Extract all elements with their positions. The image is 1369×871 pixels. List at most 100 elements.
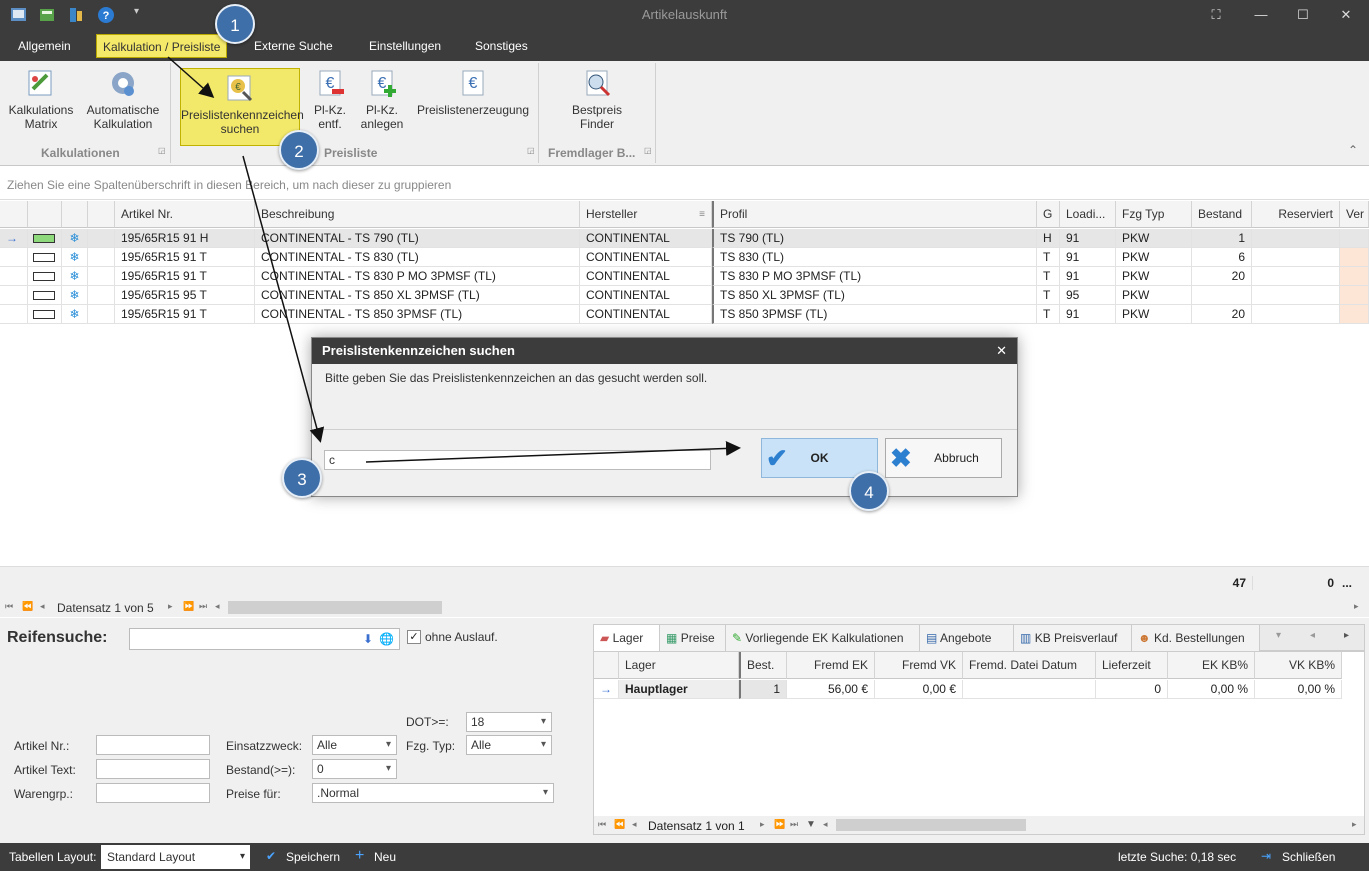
cell-load[interactable]: 91 [1060, 267, 1116, 286]
nav-prev-page-icon[interactable]: ⏪ [22, 601, 33, 612]
artikel-text-input[interactable] [96, 759, 210, 779]
header-fzg-typ[interactable]: Fzg Typ [1116, 201, 1192, 228]
tab-preise[interactable]: ▦ Preise [660, 625, 726, 651]
lager-nav-next-page-icon[interactable]: ⏩ [774, 819, 785, 830]
header-artikel-nr[interactable]: Artikel Nr. [115, 201, 255, 228]
lager-vk-kb[interactable]: 0,00 % [1255, 680, 1342, 699]
cell-load[interactable]: 95 [1060, 286, 1116, 305]
cell-fzg[interactable]: PKW [1116, 229, 1192, 248]
lager-nav-first-icon[interactable]: ⏮ [598, 819, 606, 830]
einsatzzweck-select[interactable]: Alle [312, 735, 397, 755]
cell-ver[interactable] [1340, 305, 1369, 324]
tab-allgemein[interactable]: Allgemein [12, 34, 77, 58]
cell-beschreibung[interactable]: CONTINENTAL - TS 850 XL 3PMSF (TL) [255, 286, 580, 305]
artikel-nr-input[interactable] [96, 735, 210, 755]
globe-icon[interactable]: 🌐 [379, 630, 394, 648]
header-profil[interactable]: Profil [712, 201, 1037, 228]
header-best[interactable]: Best. [739, 652, 787, 679]
cell-artikel[interactable]: 195/65R15 91 T [115, 248, 255, 267]
cell-ver[interactable] [1340, 248, 1369, 267]
cell-hersteller[interactable]: CONTINENTAL [580, 286, 712, 305]
cell-load[interactable]: 91 [1060, 305, 1116, 324]
cell-fzg[interactable]: PKW [1116, 248, 1192, 267]
reifensuche-input[interactable]: ⬇ 🌐 [129, 628, 400, 650]
neu-button[interactable]: Neu [374, 850, 396, 864]
header-bestand[interactable]: Bestand [1192, 201, 1252, 228]
lager-fremd-vk[interactable]: 0,00 € [875, 680, 963, 699]
header-reserviert[interactable]: Reserviert [1252, 201, 1340, 228]
cell-artikel[interactable]: 195/65R15 91 T [115, 267, 255, 286]
cell-ver[interactable] [1340, 286, 1369, 305]
cell-ver[interactable] [1340, 267, 1369, 286]
lager-horizontal-scrollbar[interactable] [836, 819, 1026, 831]
header-hersteller[interactable]: Hersteller ≡ [580, 201, 712, 228]
cell-beschreibung[interactable]: CONTINENTAL - TS 850 3PMSF (TL) [255, 305, 580, 324]
tab-scroll-left-icon[interactable]: ◂ [1310, 630, 1315, 641]
cell-profil[interactable]: TS 830 P MO 3PMSF (TL) [712, 267, 1037, 286]
cell-bestand[interactable]: 1 [1192, 229, 1252, 248]
cell-profil[interactable]: TS 830 (TL) [712, 248, 1037, 267]
lager-lieferzeit[interactable]: 0 [1096, 680, 1168, 699]
tab-kd-bestellungen[interactable]: ☻ Kd. Bestellungen [1132, 625, 1260, 651]
download-arrow-icon[interactable]: ⬇ [363, 630, 373, 648]
header-ver[interactable]: Ver [1340, 201, 1369, 228]
lager-hscroll-right-icon[interactable]: ▸ [1352, 819, 1357, 830]
header-g[interactable]: G [1037, 201, 1060, 228]
dot-select[interactable]: 18 [466, 712, 552, 732]
preise-fuer-select[interactable]: .Normal [312, 783, 554, 803]
lager-datum[interactable] [963, 680, 1096, 699]
cell-artikel[interactable]: 195/65R15 91 T [115, 305, 255, 324]
header-loadindex[interactable]: Loadi... [1060, 201, 1116, 228]
cell-reserviert[interactable] [1252, 286, 1340, 305]
header-lager[interactable]: Lager [619, 652, 739, 679]
tab-einstellungen[interactable]: Einstellungen [363, 34, 447, 58]
schliessen-button[interactable]: Schließen [1282, 850, 1335, 864]
preislistenkennzeichen-input[interactable]: c [324, 450, 711, 470]
tab-angebote[interactable]: ▤ Angebote [920, 625, 1014, 651]
tab-externe-suche[interactable]: Externe Suche [248, 34, 339, 58]
tab-ek-kalkulationen[interactable]: ✎ Vorliegende EK Kalkulationen [726, 625, 920, 651]
bestand-select[interactable]: 0 [312, 759, 397, 779]
fzg-typ-select[interactable]: Alle [466, 735, 552, 755]
cell-g[interactable]: T [1037, 267, 1060, 286]
preislistenkennzeichen-suchen-button[interactable]: € Preislistenkennzeichen suchen [180, 68, 304, 146]
cell-profil[interactable]: TS 850 3PMSF (TL) [712, 305, 1037, 324]
lager-fremd-ek[interactable]: 56,00 € [787, 680, 875, 699]
cell-beschreibung[interactable]: CONTINENTAL - TS 790 (TL) [255, 229, 580, 248]
nav-last-icon[interactable]: ⏭ [199, 601, 207, 612]
pl-kz-anlegen-button[interactable]: € Pl-Kz. anlegen [358, 67, 406, 131]
cell-beschreibung[interactable]: CONTINENTAL - TS 830 P MO 3PMSF (TL) [255, 267, 580, 286]
warengrp-input[interactable] [96, 783, 210, 803]
cell-artikel[interactable]: 195/65R15 95 T [115, 286, 255, 305]
horizontal-scrollbar[interactable] [228, 601, 442, 614]
cell-hersteller[interactable]: CONTINENTAL [580, 248, 712, 267]
filter-icon[interactable]: ▼ [806, 819, 816, 830]
lager-nav-next-icon[interactable]: ▸ [760, 819, 765, 830]
abbruch-button[interactable]: ✖ Abbruch [885, 438, 1002, 478]
pl-kz-entfernen-button[interactable]: € Pl-Kz. entf. [306, 67, 354, 131]
fullscreen-icon[interactable]: ⛶ [1205, 4, 1227, 26]
cell-reserviert[interactable] [1252, 305, 1340, 324]
cell-profil[interactable]: TS 850 XL 3PMSF (TL) [712, 286, 1037, 305]
nav-next-icon[interactable]: ▸ [168, 601, 173, 612]
speichern-button[interactable]: Speichern [286, 850, 340, 864]
lager-name[interactable]: Hauptlager [619, 680, 739, 699]
hscroll-left-icon[interactable]: ◂ [215, 601, 220, 612]
cell-hersteller[interactable]: CONTINENTAL [580, 267, 712, 286]
hscroll-right-icon[interactable]: ▸ [1354, 601, 1359, 612]
cell-fzg[interactable]: PKW [1116, 267, 1192, 286]
lager-hscroll-left-icon[interactable]: ◂ [823, 819, 828, 830]
automatische-kalkulation-button[interactable]: Automatische Kalkulation [84, 67, 162, 131]
cell-reserviert[interactable] [1252, 248, 1340, 267]
cell-load[interactable]: 91 [1060, 229, 1116, 248]
tab-kb-preisverlauf[interactable]: ▥ KB Preisverlauf [1014, 625, 1132, 651]
header-fremd-vk[interactable]: Fremd VK [875, 652, 963, 679]
cell-hersteller[interactable]: CONTINENTAL [580, 305, 712, 324]
cell-g[interactable]: T [1037, 305, 1060, 324]
bestpreis-finder-button[interactable]: Bestpreis Finder [560, 67, 634, 131]
cell-fzg[interactable]: PKW [1116, 286, 1192, 305]
maximize-button[interactable]: ☐ [1292, 4, 1314, 26]
header-fremd-ek[interactable]: Fremd EK [787, 652, 875, 679]
tab-sonstiges[interactable]: Sonstiges [469, 34, 534, 58]
cell-reserviert[interactable] [1252, 267, 1340, 286]
